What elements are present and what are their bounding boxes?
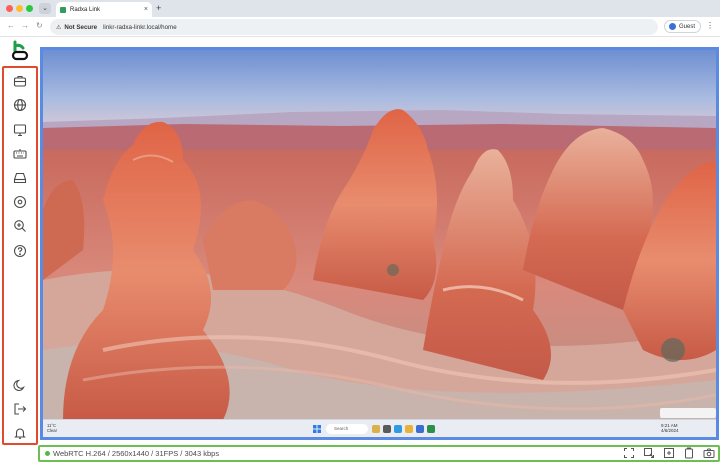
widgets-icon[interactable]	[372, 425, 380, 433]
weather-desc: Clear	[47, 428, 58, 433]
toolbox-icon[interactable]	[13, 74, 27, 88]
favicon-icon	[60, 6, 66, 13]
fullscreen-icon[interactable]	[623, 447, 636, 459]
close-window-button[interactable]	[6, 5, 13, 12]
remote-video-stream[interactable]: 11°C Clear Search 9:21 AM 4/6/2024	[40, 47, 719, 440]
drive-icon[interactable]	[13, 171, 27, 185]
profile-button[interactable]: Guest	[664, 20, 701, 33]
screenshot-icon[interactable]	[643, 447, 656, 459]
file-explorer-icon[interactable]	[405, 425, 413, 433]
back-button[interactable]: ←	[7, 21, 15, 30]
system-tray-popup[interactable]	[660, 408, 716, 418]
remote-taskbar: 11°C Clear Search 9:21 AM 4/6/2024	[43, 419, 716, 437]
profile-label: Guest	[679, 23, 696, 30]
globe-icon[interactable]	[13, 98, 27, 112]
zoom-icon[interactable]	[13, 219, 27, 233]
address-bar[interactable]: ⚠ Not Secure linkr-radxa-linkr.local/hom…	[50, 19, 658, 35]
security-label[interactable]: Not Secure	[64, 24, 97, 31]
help-icon[interactable]	[13, 244, 27, 258]
logout-icon[interactable]	[13, 402, 27, 416]
desktop-wallpaper-image	[43, 50, 716, 419]
status-bar: WebRTC H.264 / 2560x1440 / 31FPS / 3043 …	[38, 445, 720, 462]
tab-list-button[interactable]: ⌄	[39, 3, 51, 14]
monitor-icon[interactable]	[13, 123, 27, 137]
stream-info: WebRTC H.264 / 2560x1440 / 31FPS / 3043 …	[53, 449, 220, 458]
moon-icon[interactable]	[13, 378, 27, 392]
new-tab-button[interactable]: +	[156, 3, 161, 13]
windows-start-icon[interactable]	[313, 425, 321, 433]
clock-date: 4/6/2024	[661, 428, 679, 433]
url-text[interactable]: linkr-radxa-linkr.local/home	[103, 24, 177, 31]
sidebar	[2, 66, 38, 445]
edge-icon[interactable]	[394, 425, 402, 433]
minimize-window-button[interactable]	[16, 5, 23, 12]
connection-status-dot	[45, 451, 50, 456]
paste-icon[interactable]	[663, 447, 676, 459]
weather-widget[interactable]: 11°C Clear	[47, 423, 57, 433]
camera-icon[interactable]	[703, 447, 716, 459]
keyboard-icon[interactable]	[13, 147, 27, 161]
reload-button[interactable]: ↻	[36, 21, 43, 30]
forward-button[interactable]: →	[21, 21, 29, 30]
store-icon[interactable]	[416, 425, 424, 433]
task-view-icon[interactable]	[383, 425, 391, 433]
browser-toolbar: ← → ↻ ⚠ Not Secure linkr-radxa-linkr.loc…	[0, 17, 720, 37]
warning-icon: ⚠	[56, 24, 62, 31]
app-icon[interactable]	[427, 425, 435, 433]
maximize-window-button[interactable]	[26, 5, 33, 12]
disc-icon[interactable]	[13, 195, 27, 209]
clipboard-icon[interactable]	[683, 447, 696, 459]
browser-menu-button[interactable]: ⋮	[706, 21, 714, 30]
taskbar-search[interactable]: Search	[326, 424, 368, 434]
tab-title: Radxa Link	[70, 6, 101, 13]
radxa-logo[interactable]	[10, 39, 30, 61]
taskbar-clock[interactable]: 9:21 AM 4/6/2024	[661, 423, 679, 433]
browser-tab[interactable]: Radxa Link ×	[56, 2, 152, 17]
tab-close-button[interactable]: ×	[144, 6, 148, 13]
bell-icon[interactable]	[13, 426, 27, 440]
profile-icon	[669, 23, 676, 30]
browser-titlebar: ⌄ Radxa Link × +	[0, 0, 720, 17]
